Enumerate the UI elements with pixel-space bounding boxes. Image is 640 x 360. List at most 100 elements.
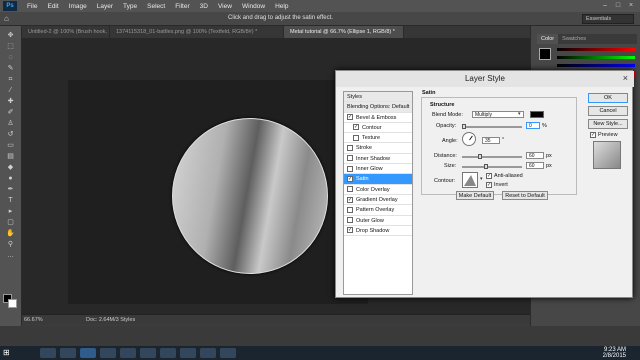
reset-to-default-button[interactable]: Reset to Default (502, 191, 548, 200)
inner-shadow-checkbox[interactable] (347, 155, 353, 162)
pattern-overlay-checkbox[interactable] (347, 206, 353, 213)
style-inner-glow[interactable]: Inner Glow (344, 164, 412, 175)
menu-view[interactable]: View (218, 3, 232, 10)
menu-help[interactable]: Help (275, 3, 288, 10)
zoom-tool-icon[interactable]: ⚲ (3, 240, 19, 250)
workspace-select[interactable]: Essentials (582, 14, 634, 24)
tab-untitled-2[interactable]: Untitled-2 @ 100% (Brush hook, RGB/16) * (22, 26, 110, 38)
crop-tool-icon[interactable]: ⌗ (3, 75, 19, 85)
style-satin[interactable]: ✓ Satin (344, 174, 412, 185)
contour-chevron-icon[interactable]: ▾ (480, 176, 483, 182)
pen-tool-icon[interactable]: ✒ (3, 185, 19, 195)
tab-swatches[interactable]: Swatches (558, 34, 590, 44)
layer-style-tool-icon[interactable]: ⌂ (4, 14, 16, 24)
drop-shadow-checkbox[interactable]: ✓ (347, 227, 353, 234)
color-overlay-checkbox[interactable] (347, 186, 353, 193)
texture-checkbox[interactable] (353, 134, 359, 141)
new-style-button[interactable]: New Style... (588, 119, 628, 129)
tab-battles-png[interactable]: 1374115318_01-battles.png @ 100% (Textfe… (110, 26, 284, 38)
angle-field[interactable]: 35 (482, 137, 500, 144)
distance-slider-thumb[interactable] (478, 154, 482, 159)
bevel-emboss-checkbox[interactable]: ✓ (347, 114, 353, 121)
anti-aliased-option[interactable]: ✓ Anti-aliased (486, 173, 523, 179)
opacity-slider[interactable] (462, 126, 522, 128)
eyedropper-tool-icon[interactable]: ⁄ (3, 86, 19, 96)
menu-edit[interactable]: Edit (47, 3, 58, 10)
healing-tool-icon[interactable]: ✚ (3, 97, 19, 107)
style-contour[interactable]: ✓ Contour (344, 123, 412, 134)
taskbar-app-2[interactable] (60, 348, 76, 358)
invert-option[interactable]: ✓ Invert (486, 182, 508, 188)
gradient-overlay-checkbox[interactable]: ✓ (347, 196, 353, 203)
invert-checkbox[interactable]: ✓ (486, 182, 492, 188)
type-tool-icon[interactable]: T (3, 196, 19, 206)
taskbar-app-4[interactable] (100, 348, 116, 358)
style-blending-options[interactable]: Blending Options: Default (344, 102, 412, 113)
hand-tool-icon[interactable]: ✋ (3, 229, 19, 239)
opacity-slider-thumb[interactable] (462, 124, 466, 129)
style-gradient-overlay[interactable]: ✓ Gradient Overlay (344, 195, 412, 206)
menu-type[interactable]: Type (123, 3, 137, 10)
style-color-overlay[interactable]: Color Overlay (344, 185, 412, 195)
style-outer-glow[interactable]: Outer Glow (344, 216, 412, 226)
taskbar-app-9[interactable] (200, 348, 216, 358)
stroke-checkbox[interactable] (347, 145, 353, 152)
taskbar-app-1[interactable] (40, 348, 56, 358)
styles-list-header[interactable]: Styles (344, 92, 412, 103)
make-default-button[interactable]: Make Default (456, 191, 494, 200)
taskbar-app-7[interactable] (160, 348, 176, 358)
style-texture[interactable]: Texture (344, 133, 412, 144)
close-window-icon[interactable]: × (626, 1, 636, 10)
history-brush-tool-icon[interactable]: ↺ (3, 130, 19, 140)
satin-checkbox[interactable]: ✓ (347, 175, 353, 182)
preview-option[interactable]: ✓ Preview (590, 132, 618, 138)
green-slider[interactable] (557, 56, 635, 59)
blur-tool-icon[interactable]: ◆ (3, 163, 19, 173)
style-drop-shadow[interactable]: ✓ Drop Shadow (344, 226, 412, 237)
red-slider[interactable] (557, 48, 635, 51)
anti-aliased-checkbox[interactable]: ✓ (486, 173, 492, 179)
shape-tool-icon[interactable]: ▢ (3, 218, 19, 228)
distance-slider[interactable] (462, 156, 522, 158)
windows-start-icon[interactable]: ⊞ (3, 348, 13, 358)
menu-select[interactable]: Select (147, 3, 165, 10)
size-slider[interactable] (462, 166, 522, 168)
background-color-swatch[interactable] (8, 299, 17, 308)
dodge-tool-icon[interactable]: ● (3, 174, 19, 184)
stamp-tool-icon[interactable]: ♙ (3, 119, 19, 129)
taskbar-app-5[interactable] (120, 348, 136, 358)
taskbar-app-10[interactable] (220, 348, 236, 358)
blend-mode-select[interactable]: Multiply (472, 111, 524, 118)
brush-tool-icon[interactable]: ✐ (3, 108, 19, 118)
satin-color-swatch[interactable] (530, 111, 544, 118)
maximize-icon[interactable]: □ (613, 1, 623, 10)
size-slider-thumb[interactable] (484, 164, 488, 169)
lasso-tool-icon[interactable]: ◌ (3, 53, 19, 63)
inner-glow-checkbox[interactable] (347, 165, 353, 172)
taskbar-photoshop[interactable] (80, 348, 96, 358)
tab-metal-tutorial[interactable]: Metal tutorial @ 66.7% (Ellipse 1, RGB/8… (284, 26, 404, 38)
taskbar-app-6[interactable] (140, 348, 156, 358)
menu-filter[interactable]: Filter (175, 3, 189, 10)
eraser-tool-icon[interactable]: ▭ (3, 141, 19, 151)
marquee-tool-icon[interactable]: ⬚ (3, 42, 19, 52)
menu-window[interactable]: Window (242, 3, 265, 10)
blue-slider[interactable] (557, 64, 635, 67)
menu-file[interactable]: File (27, 3, 37, 10)
contour-checkbox[interactable]: ✓ (353, 124, 359, 131)
more-tools-icon[interactable]: … (3, 251, 19, 261)
panel-fg-swatch[interactable] (539, 48, 551, 60)
style-bevel-emboss[interactable]: ✓ Bevel & Emboss (344, 113, 412, 123)
taskbar-clock[interactable]: 9:23 AM 2/8/2015 (603, 347, 626, 359)
angle-dial[interactable] (462, 132, 476, 146)
zoom-level[interactable]: 66.67% (24, 317, 43, 323)
contour-preview[interactable] (462, 172, 478, 188)
opacity-field[interactable]: 0 (526, 122, 540, 129)
style-inner-shadow[interactable]: Inner Shadow (344, 154, 412, 165)
menu-layer[interactable]: Layer (97, 3, 113, 10)
dialog-close-icon[interactable]: × (623, 73, 628, 83)
tab-color[interactable]: Color (537, 34, 559, 44)
distance-field[interactable]: 60 (526, 152, 544, 159)
style-pattern-overlay[interactable]: Pattern Overlay (344, 205, 412, 216)
path-select-tool-icon[interactable]: ▸ (3, 207, 19, 217)
